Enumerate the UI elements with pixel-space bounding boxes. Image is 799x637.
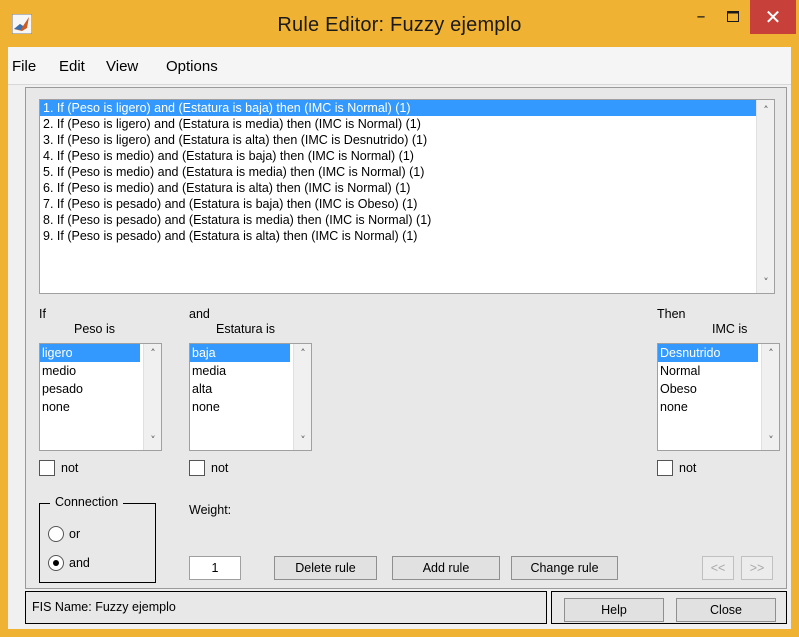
delete-rule-button[interactable]: Delete rule xyxy=(274,556,377,580)
fis-name-text: FIS Name: Fuzzy ejemplo xyxy=(32,600,176,614)
rule-editor-window: Rule Editor: Fuzzy ejemplo – ✕ File Edit… xyxy=(0,0,799,637)
or-radio[interactable]: or xyxy=(48,526,80,542)
rules-listbox[interactable]: 1. If (Peso is ligero) and (Estatura is … xyxy=(39,99,775,294)
bottom-buttons-frame: Help Close xyxy=(551,591,787,624)
imc-listbox[interactable]: Desnutrido Normal Obeso none ˄ ˅ xyxy=(657,343,780,451)
and-radio-label: and xyxy=(69,556,90,570)
menu-bar: File Edit View Options xyxy=(8,47,791,85)
estatura-not-checkbox[interactable]: not xyxy=(189,460,228,476)
estatura-not-label: not xyxy=(211,461,229,475)
menu-edit[interactable]: Edit xyxy=(59,58,85,75)
imc-scrollbar[interactable]: ˄ ˅ xyxy=(761,344,779,450)
estatura-listbox[interactable]: baja media alta none ˄ ˅ xyxy=(189,343,312,451)
imc-not-label: not xyxy=(679,461,697,475)
rules-scrollbar[interactable]: ˄ ˅ xyxy=(756,100,774,293)
or-label: or xyxy=(69,527,81,541)
then-label: Then xyxy=(657,307,686,321)
and-radio[interactable]: and xyxy=(48,555,90,571)
close-button[interactable]: Close xyxy=(676,598,776,622)
peso-listbox[interactable]: ligero medio pesado none ˄ ˅ xyxy=(39,343,162,451)
menu-view[interactable]: View xyxy=(106,58,138,75)
rules-container: 1. If (Peso is ligero) and (Estatura is … xyxy=(40,100,774,244)
checkbox-box[interactable] xyxy=(39,460,55,476)
help-button[interactable]: Help xyxy=(564,598,664,622)
menu-file[interactable]: File xyxy=(12,58,36,75)
peso-not-checkbox[interactable]: not xyxy=(39,460,78,476)
title-bar[interactable]: Rule Editor: Fuzzy ejemplo – ✕ xyxy=(0,0,799,47)
checkbox-box[interactable] xyxy=(657,460,673,476)
connection-title: Connection xyxy=(50,495,124,509)
rule-item[interactable]: 4. If (Peso is medio) and (Estatura is b… xyxy=(40,148,774,164)
peso-scrollbar[interactable]: ˄ ˅ xyxy=(143,344,161,450)
imc-option[interactable]: Desnutrido xyxy=(658,344,758,362)
imc-title: IMC is xyxy=(712,322,748,336)
rule-item[interactable]: 9. If (Peso is pesado) and (Estatura is … xyxy=(40,228,774,244)
radio-or-circle[interactable] xyxy=(48,526,64,542)
menu-options[interactable]: Options xyxy=(166,58,218,75)
scroll-down-icon[interactable]: ˅ xyxy=(762,434,780,447)
scroll-down-icon[interactable]: ˅ xyxy=(757,276,775,289)
rule-item[interactable]: 2. If (Peso is ligero) and (Estatura is … xyxy=(40,116,774,132)
prev-button[interactable]: << xyxy=(702,556,734,580)
checkbox-box[interactable] xyxy=(189,460,205,476)
rule-item[interactable]: 5. If (Peso is medio) and (Estatura is m… xyxy=(40,164,774,180)
rule-item[interactable]: 7. If (Peso is pesado) and (Estatura is … xyxy=(40,196,774,212)
rule-item[interactable]: 8. If (Peso is pesado) and (Estatura is … xyxy=(40,212,774,228)
peso-option[interactable]: ligero xyxy=(40,344,140,362)
client-area: File Edit View Options 1. If (Peso is li… xyxy=(8,47,791,629)
weight-input[interactable]: 1 xyxy=(189,556,241,580)
weight-label: Weight: xyxy=(189,503,232,517)
peso-not-label: not xyxy=(61,461,79,475)
rule-item[interactable]: 1. If (Peso is ligero) and (Estatura is … xyxy=(40,100,758,116)
scroll-down-icon[interactable]: ˅ xyxy=(294,434,312,447)
add-rule-button[interactable]: Add rule xyxy=(392,556,500,580)
estatura-title: Estatura is xyxy=(216,322,276,336)
radio-and-circle[interactable] xyxy=(48,555,64,571)
peso-title: Peso is xyxy=(74,322,115,336)
rule-item[interactable]: 3. If (Peso is ligero) and (Estatura is … xyxy=(40,132,774,148)
status-bar: FIS Name: Fuzzy ejemplo xyxy=(25,591,547,624)
scroll-up-icon[interactable]: ˄ xyxy=(762,347,780,360)
estatura-option[interactable]: baja xyxy=(190,344,290,362)
imc-not-checkbox[interactable]: not xyxy=(657,460,696,476)
rule-item[interactable]: 6. If (Peso is medio) and (Estatura is a… xyxy=(40,180,774,196)
estatura-scrollbar[interactable]: ˄ ˅ xyxy=(293,344,311,450)
change-rule-button[interactable]: Change rule xyxy=(511,556,618,580)
if-label: If xyxy=(39,307,46,321)
rule-panel: 1. If (Peso is ligero) and (Estatura is … xyxy=(25,87,787,589)
and-label: and xyxy=(189,307,210,321)
scroll-up-icon[interactable]: ˄ xyxy=(757,104,775,117)
scroll-up-icon[interactable]: ˄ xyxy=(144,347,162,360)
maximize-icon xyxy=(727,10,739,22)
close-window-button[interactable]: ✕ xyxy=(750,0,796,34)
scroll-up-icon[interactable]: ˄ xyxy=(294,347,312,360)
connection-group: Connection or and xyxy=(39,495,156,583)
next-button[interactable]: >> xyxy=(741,556,773,580)
scroll-down-icon[interactable]: ˅ xyxy=(144,434,162,447)
